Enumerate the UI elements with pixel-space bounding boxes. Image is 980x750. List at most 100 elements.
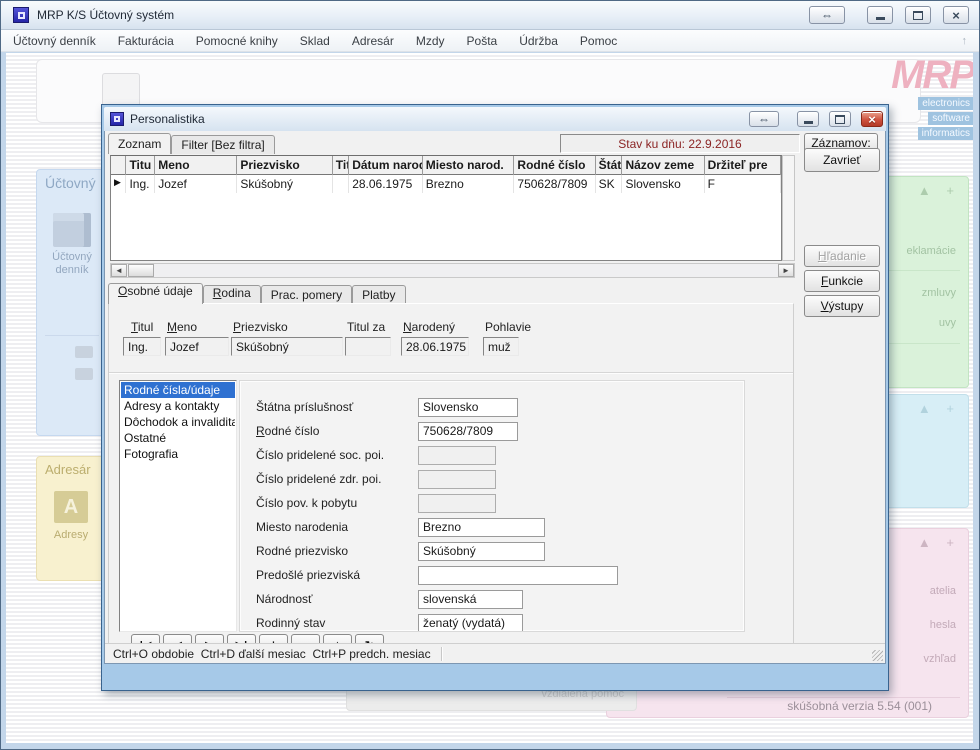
titul-label: Titul — [131, 320, 153, 334]
col-header[interactable]: Priezvisko — [237, 156, 332, 175]
dialog-body: Zoznam Filter [Bez filtra] Stav ku dňu: … — [104, 131, 886, 664]
list-item-fotografia[interactable]: Fotografia — [121, 446, 235, 462]
personalistika-dialog: Personalistika ⇔ × Zoznam Filter [Bez fi… — [101, 104, 889, 691]
table-vertical-scrollbar[interactable] — [782, 155, 795, 261]
rodinny-stav-field[interactable]: ženatý (vydatá) — [418, 614, 523, 633]
miesto-narodenia-field[interactable]: Brezno — [418, 518, 545, 537]
panel-item-label: hesla — [930, 619, 956, 631]
app-restore-button[interactable]: ⇔ — [809, 6, 845, 24]
journal-book-icon — [53, 213, 91, 247]
dialog-restore-button[interactable]: ⇔ — [749, 111, 779, 127]
menu-item-pomoc[interactable]: Pomoc — [580, 34, 617, 48]
predosle-priezviska-field[interactable] — [418, 566, 618, 585]
app-title: MRP K/S Účtovný systém — [37, 8, 797, 22]
col-header[interactable]: Štát — [596, 156, 623, 175]
records-table[interactable]: Titu Meno Priezvisko Tit Dátum narod. Mi… — [110, 155, 782, 261]
logo-tag: informatics — [918, 127, 973, 140]
app-icon — [13, 7, 29, 23]
menu-item-fakturacia[interactable]: Fakturácia — [118, 34, 174, 48]
menu-collapse-arrow-icon[interactable]: ↑ — [962, 35, 968, 47]
list-item-ostatne[interactable]: Ostatné — [121, 430, 235, 446]
statusbar-divider — [441, 647, 443, 661]
tab-filter[interactable]: Filter [Bez filtra] — [171, 135, 274, 154]
rodne-priezvisko-field[interactable]: Skúšobný — [418, 542, 545, 561]
col-header[interactable]: Titu — [126, 156, 155, 175]
cell: Ing. — [126, 175, 155, 193]
minimize-icon — [804, 121, 813, 124]
app-close-button[interactable]: × — [943, 6, 969, 24]
rodne-cislo-field[interactable]: 750628/7809 — [418, 422, 518, 441]
app-maximize-button[interactable] — [905, 6, 931, 24]
menu-item-udrzba[interactable]: Údržba — [519, 34, 558, 48]
calculator-icon — [75, 368, 93, 380]
col-header[interactable]: Rodné číslo — [514, 156, 595, 175]
divider — [727, 697, 960, 698]
menu-item-posta[interactable]: Pošta — [467, 34, 498, 48]
current-row-marker-icon: ▶ — [111, 175, 126, 193]
titul-field[interactable]: Ing. — [123, 337, 161, 356]
col-header[interactable]: Názov zeme — [622, 156, 704, 175]
meno-field[interactable]: Jozef — [165, 337, 229, 356]
collapse-and-move-icons: ▲ + — [918, 535, 960, 550]
menu-item-adresar[interactable]: Adresár — [352, 34, 394, 48]
list-item-rodne-cisla[interactable]: Rodné čísla/údaje — [121, 382, 235, 398]
cell: Slovensko — [622, 175, 704, 193]
col-header[interactable]: Meno — [155, 156, 237, 175]
app-minimize-button[interactable] — [867, 6, 893, 24]
panel-header: Adresár — [37, 457, 105, 477]
scroll-right-arrow-icon[interactable]: ► — [778, 264, 794, 277]
narodnost-field[interactable]: slovenská — [418, 590, 523, 609]
cislo-zdr-poi-field — [418, 470, 496, 489]
logo-tag: electronics — [918, 97, 973, 110]
priezvisko-field[interactable]: Skúšobný — [231, 337, 343, 356]
statna-prislusnost-field[interactable]: Slovensko — [418, 398, 518, 417]
list-item-dochodok[interactable]: Dôchodok a invalidita — [121, 414, 235, 430]
list-item-adresy-kontakty[interactable]: Adresy a kontakty — [121, 398, 235, 414]
dialog-titlebar[interactable]: Personalistika ⇔ × — [104, 107, 886, 131]
divider — [45, 335, 99, 336]
dialog-minimize-button[interactable] — [797, 111, 819, 127]
panel-item-label: Účtovný — [37, 251, 107, 264]
tab-rodina[interactable]: Rodina — [203, 285, 261, 304]
panel-item-label: uvy — [939, 317, 956, 329]
tab-zoznam[interactable]: Zoznam — [108, 133, 171, 154]
table-horizontal-scrollbar[interactable]: ◄ ► — [110, 263, 795, 278]
col-header[interactable]: Tit — [333, 156, 349, 175]
keyboard-icon — [75, 346, 93, 358]
col-header[interactable]: Držiteľ pre — [705, 156, 781, 175]
menu-item-pomocne-knihy[interactable]: Pomocné knihy — [196, 34, 278, 48]
tab-osobne-udaje[interactable]: Osobné údaje — [108, 283, 203, 304]
narodeny-label: Narodený — [403, 320, 455, 334]
scroll-left-arrow-icon[interactable]: ◄ — [111, 264, 127, 277]
double-arrow-icon: ⇔ — [758, 113, 770, 125]
col-header[interactable]: Dátum narod. — [349, 156, 423, 175]
cell: F — [705, 175, 781, 193]
col-header[interactable]: Miesto narod. — [423, 156, 515, 175]
menu-item-mzdy[interactable]: Mzdy — [416, 34, 445, 48]
dialog-maximize-button[interactable] — [829, 111, 851, 127]
menu-item-sklad[interactable]: Sklad — [300, 34, 330, 48]
pohlavie-field[interactable]: muž — [483, 337, 519, 356]
narodeny-field[interactable]: 28.06.1975 — [401, 337, 469, 356]
titul-za-field[interactable] — [345, 337, 391, 356]
cell: Skúšobný — [237, 175, 332, 193]
cislo-pov-pobytu-field — [418, 494, 496, 513]
vystupy-button[interactable]: Výstupy — [821, 299, 864, 313]
cell: Jozef — [155, 175, 237, 193]
field-label: Štátna príslušnosť — [256, 400, 418, 414]
funkcie-button[interactable]: Funkcie — [821, 274, 863, 288]
field-label: Číslo pridelené zdr. poi. — [256, 472, 418, 486]
tab-prac-pomery[interactable]: Prac. pomery — [261, 285, 352, 304]
dialog-close-button[interactable]: × — [861, 111, 883, 127]
menu-item-uctovny-dennik[interactable]: Účtovný denník — [13, 34, 96, 48]
tab-platby[interactable]: Platby — [352, 285, 405, 304]
dialog-title: Personalistika — [130, 112, 739, 126]
hladanie-button[interactable]: Hľadanie — [818, 249, 866, 263]
scrollbar-thumb[interactable] — [128, 264, 154, 277]
zavriet-button[interactable]: Zavrieť — [804, 148, 880, 172]
field-label: Rodinný stav — [256, 616, 418, 630]
resize-grip[interactable] — [872, 650, 883, 661]
table-row[interactable]: ▶ Ing. Jozef Skúšobný 28.06.1975 Brezno … — [111, 175, 781, 193]
cell — [333, 175, 349, 193]
mrp-logo-text: MRP — [834, 55, 973, 95]
